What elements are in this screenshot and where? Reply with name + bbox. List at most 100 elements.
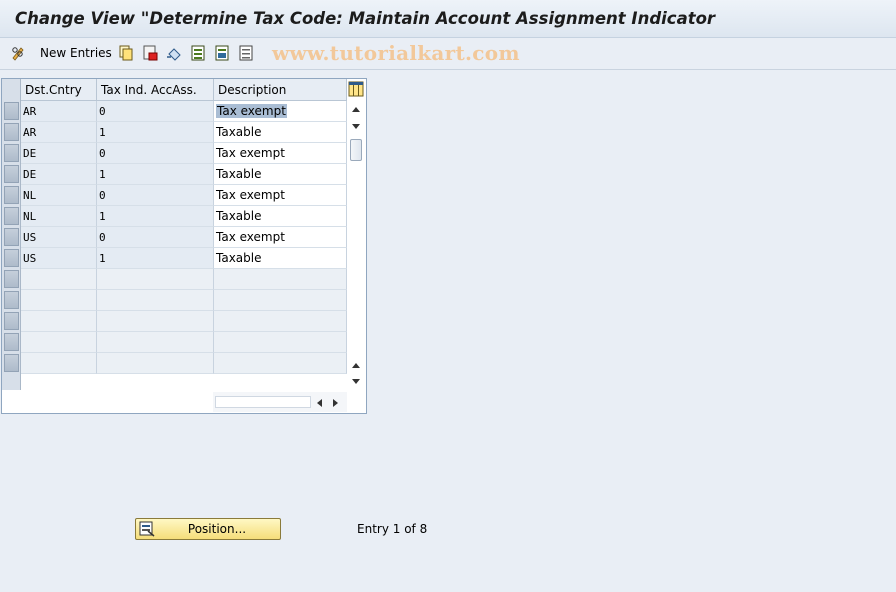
cell-country: DE <box>21 143 97 164</box>
scroll-right-icon[interactable] <box>332 398 340 408</box>
cell-indicator: 0 <box>97 143 214 164</box>
cell-indicator <box>97 353 214 374</box>
cell-indicator-text: 1 <box>99 126 106 139</box>
cell-description <box>214 290 347 311</box>
cell-country: AR <box>21 101 97 122</box>
cell-country-text: DE <box>23 168 37 181</box>
cell-indicator-text: 1 <box>99 168 106 181</box>
cell-indicator <box>97 269 214 290</box>
cell-indicator-text: 0 <box>99 147 106 160</box>
row-selector[interactable] <box>4 144 19 162</box>
cell-indicator-text: 1 <box>99 210 106 223</box>
column-header-country[interactable]: Dst.Cntry <box>21 79 97 101</box>
cell-description[interactable]: Taxable <box>214 248 347 269</box>
cell-description[interactable]: Tax exempt <box>214 101 347 122</box>
row-selector[interactable] <box>4 291 19 309</box>
row-selector[interactable] <box>4 165 19 183</box>
entry-counter: Entry 1 of 8 <box>357 522 428 536</box>
cell-description <box>214 269 347 290</box>
hscroll-track[interactable] <box>215 396 311 408</box>
cell-country: US <box>21 248 97 269</box>
cell-description-text: Tax exempt <box>216 230 285 244</box>
cell-indicator: 0 <box>97 227 214 248</box>
row-selector[interactable] <box>4 354 19 372</box>
cell-country: NL <box>21 185 97 206</box>
position-button[interactable]: Position... <box>135 518 281 540</box>
undo-icon[interactable] <box>166 45 182 61</box>
scroll-down-icon[interactable] <box>351 123 361 131</box>
cell-country <box>21 353 97 374</box>
cell-country: DE <box>21 164 97 185</box>
cell-description <box>214 332 347 353</box>
cell-country <box>21 311 97 332</box>
deselect-icon[interactable] <box>238 45 254 61</box>
watermark-text: www.tutorialkart.com <box>272 41 520 65</box>
cell-country-text: AR <box>23 126 37 139</box>
page-down-icon[interactable] <box>351 378 361 386</box>
copy-icon[interactable] <box>118 45 134 61</box>
cell-indicator <box>97 332 214 353</box>
row-selector[interactable] <box>4 102 19 120</box>
title-bar: Change View "Determine Tax Code: Maintai… <box>0 0 896 38</box>
page-up-icon[interactable] <box>351 361 361 369</box>
row-selector[interactable] <box>4 270 19 288</box>
cell-description-text: Taxable <box>216 125 262 139</box>
cell-country-text: NL <box>23 189 37 202</box>
position-button-label: Position... <box>187 522 247 536</box>
cell-description <box>214 353 347 374</box>
cell-country-text: US <box>23 252 37 265</box>
scroll-left-icon[interactable] <box>315 398 323 408</box>
cell-indicator: 0 <box>97 185 214 206</box>
new-entries-button[interactable]: New Entries <box>40 46 112 60</box>
row-selector[interactable] <box>4 333 19 351</box>
select-all-icon[interactable] <box>190 45 206 61</box>
cell-country: US <box>21 227 97 248</box>
cell-indicator-text: 0 <box>99 189 106 202</box>
cell-description-text: Taxable <box>216 209 262 223</box>
cell-indicator <box>97 290 214 311</box>
cell-country: NL <box>21 206 97 227</box>
pencil-glasses-icon[interactable] <box>11 45 27 61</box>
vertical-scrollbar[interactable] <box>347 101 366 390</box>
table-settings-icon[interactable] <box>348 81 364 97</box>
cell-indicator: 1 <box>97 248 214 269</box>
cell-description[interactable]: Taxable <box>214 206 347 227</box>
select-block-icon[interactable] <box>214 45 230 61</box>
scroll-up-icon[interactable] <box>351 105 361 113</box>
column-header-description[interactable]: Description <box>214 79 347 101</box>
cell-country: AR <box>21 122 97 143</box>
cell-description-text: Tax exempt <box>216 104 287 118</box>
cell-description-text: Tax exempt <box>216 146 285 160</box>
row-selector[interactable] <box>4 123 19 141</box>
cell-indicator: 0 <box>97 101 214 122</box>
cell-indicator: 1 <box>97 206 214 227</box>
cell-description-text: Taxable <box>216 251 262 265</box>
cell-country <box>21 332 97 353</box>
cell-description-text: Taxable <box>216 167 262 181</box>
horizontal-scrollbar[interactable] <box>213 392 347 412</box>
cell-indicator <box>97 311 214 332</box>
row-selector[interactable] <box>4 186 19 204</box>
application-toolbar: New Entries www.tutorialkart.com <box>0 38 896 70</box>
cell-description[interactable]: Tax exempt <box>214 185 347 206</box>
scrollbar-thumb[interactable] <box>350 139 362 161</box>
cell-description[interactable]: Taxable <box>214 164 347 185</box>
cell-description[interactable]: Taxable <box>214 122 347 143</box>
cell-indicator-text: 0 <box>99 231 106 244</box>
cell-description[interactable]: Tax exempt <box>214 227 347 248</box>
row-selector[interactable] <box>4 312 19 330</box>
delete-icon[interactable] <box>142 45 158 61</box>
column-header-indicator[interactable]: Tax Ind. AccAss. <box>97 79 214 101</box>
table-control: Dst.Cntry Tax Ind. AccAss. Description A… <box>1 78 367 414</box>
row-selector[interactable] <box>4 228 19 246</box>
row-selector[interactable] <box>4 207 19 225</box>
cell-country-text: US <box>23 231 37 244</box>
page-title: Change View "Determine Tax Code: Maintai… <box>15 9 716 28</box>
cell-country <box>21 269 97 290</box>
cell-indicator: 1 <box>97 122 214 143</box>
row-selector[interactable] <box>4 249 19 267</box>
cell-indicator-text: 0 <box>99 105 106 118</box>
cell-description[interactable]: Tax exempt <box>214 143 347 164</box>
cell-indicator: 1 <box>97 164 214 185</box>
cell-country-text: AR <box>23 105 37 118</box>
